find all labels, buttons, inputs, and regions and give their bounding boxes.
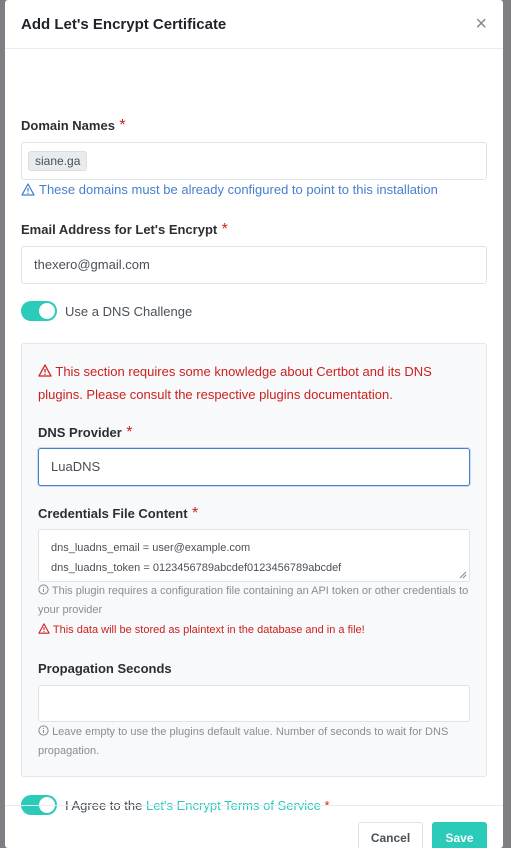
credentials-label: Credentials File Content xyxy=(38,506,188,521)
propagation-info: Leave empty to use the plugins default v… xyxy=(38,723,470,761)
credentials-warning: This data will be stored as plaintext in… xyxy=(38,621,470,640)
dns-challenge-label[interactable]: Use a DNS Challenge xyxy=(65,304,192,319)
info-circle-icon xyxy=(38,584,49,595)
credentials-info: This plugin requires a configuration fil… xyxy=(38,582,470,620)
domain-names-label: Domain Names xyxy=(21,118,115,133)
domain-names-hint: These domains must be already configured… xyxy=(21,182,438,197)
dns-provider-label-row: DNS Provider * xyxy=(38,424,133,442)
domain-names-hint-text: These domains must be already configured… xyxy=(39,182,438,197)
required-marker: * xyxy=(191,505,199,522)
domain-pill[interactable]: siane.ga xyxy=(28,151,88,171)
propagation-label: Propagation Seconds xyxy=(38,661,172,676)
propagation-label-row: Propagation Seconds xyxy=(38,660,172,678)
dns-provider-value: LuaDNS xyxy=(51,459,101,474)
dns-warning-text: This section requires some knowledge abo… xyxy=(38,364,432,402)
credentials-info-text: This plugin requires a configuration fil… xyxy=(38,585,469,616)
email-value: thexero@gmail.com xyxy=(34,257,150,272)
alert-triangle-icon xyxy=(21,183,35,196)
email-label-row: Email Address for Let's Encrypt * xyxy=(21,221,228,239)
close-icon[interactable]: × xyxy=(475,14,487,34)
email-label: Email Address for Let's Encrypt xyxy=(21,222,218,237)
credentials-line-1: dns_luadns_email = user@example.com xyxy=(51,542,251,554)
info-circle-icon xyxy=(38,725,49,736)
credentials-label-row: Credentials File Content * xyxy=(38,505,198,523)
dns-challenge-section: This section requires some knowledge abo… xyxy=(21,343,487,777)
required-marker: * xyxy=(221,221,228,238)
dns-challenge-toggle[interactable] xyxy=(21,301,57,321)
dns-warning: This section requires some knowledge abo… xyxy=(38,360,468,406)
propagation-seconds-input[interactable] xyxy=(38,685,470,722)
dns-challenge-toggle-row: Use a DNS Challenge xyxy=(21,301,192,321)
propagation-info-text: Leave empty to use the plugins default v… xyxy=(38,726,449,757)
modal-title: Add Let's Encrypt Certificate xyxy=(21,15,227,33)
dns-provider-label: DNS Provider xyxy=(38,425,122,440)
dns-provider-select[interactable]: LuaDNS xyxy=(38,448,470,486)
email-field[interactable]: thexero@gmail.com xyxy=(21,246,487,284)
credentials-warning-text: This data will be stored as plaintext in… xyxy=(52,624,365,636)
domain-names-input[interactable]: siane.ga xyxy=(21,142,487,180)
add-certificate-modal: Add Let's Encrypt Certificate × Domain N… xyxy=(5,0,503,848)
alert-triangle-icon xyxy=(38,623,50,634)
modal-footer: Cancel Save xyxy=(5,805,503,848)
modal-header: Add Let's Encrypt Certificate × xyxy=(5,0,503,49)
alert-triangle-icon xyxy=(38,364,52,377)
resize-handle-icon[interactable] xyxy=(459,571,467,579)
credentials-line-2: dns_luadns_token = 0123456789abcdef01234… xyxy=(51,562,342,574)
credentials-textarea[interactable]: dns_luadns_email = user@example.com dns_… xyxy=(38,529,470,582)
required-marker: * xyxy=(126,424,133,441)
required-marker: * xyxy=(119,117,126,134)
save-button[interactable]: Save xyxy=(432,822,487,848)
domain-names-label-row: Domain Names * xyxy=(21,117,126,135)
cancel-button[interactable]: Cancel xyxy=(358,822,423,848)
